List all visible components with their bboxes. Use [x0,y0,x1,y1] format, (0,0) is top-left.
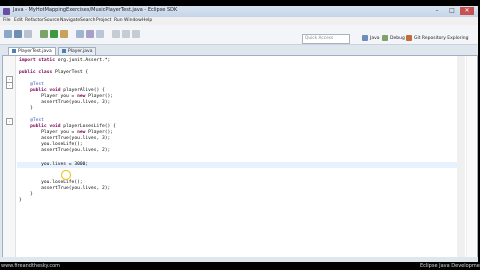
java-file-icon [12,48,16,53]
new-icon[interactable] [4,30,12,38]
code-token: public void [19,124,64,129]
new-class-icon[interactable] [86,30,94,38]
mouse-cursor-highlight [61,170,71,180]
perspective-debug[interactable]: Debug [382,34,405,43]
window-title: Java - MyHotMappingExercises/MusicPlayer… [13,7,178,13]
menu-source[interactable]: Source [44,18,59,23]
new-package-icon[interactable] [76,30,84,38]
code-token: } [19,192,33,197]
code-token: org.junit.Assert.*; [57,58,111,63]
vertical-scrollbar[interactable] [457,56,465,258]
title-bar[interactable]: Java - MyHotMappingExercises/MusicPlayer… [0,6,478,17]
eclipse-icon [3,8,10,15]
debug-perspective-icon [382,34,388,41]
forward-icon[interactable] [132,30,140,38]
code-token: assertTrue(you.lives, 2); [19,148,111,153]
menu-bar: File Edit Refactor Source Navigate Searc… [0,17,478,25]
code-token: @Test [19,82,44,87]
fold-marker[interactable]: - [6,118,13,125]
minimize-button[interactable]: – [430,7,444,15]
back-icon[interactable] [122,30,130,38]
code-token: assertTrue(you.lives, 2); [19,186,111,191]
java-file-icon [62,48,66,53]
menu-run[interactable]: Run [114,18,123,23]
code-token: } [19,106,33,111]
code-token: playerLosesLife() { [63,124,116,129]
overview-ruler [466,56,476,258]
debug-icon[interactable] [40,30,48,38]
bottom-bar: www.fireandthesky.com Eclipse Java Devel… [0,262,480,270]
code-line[interactable]: public class PlayerTest { [19,70,88,76]
menu-project[interactable]: Project [96,18,111,23]
java-perspective-icon [362,34,368,41]
run-icon[interactable] [50,30,58,38]
code-token: you.loseLife(); [19,142,83,147]
git-perspective-icon [406,34,412,41]
close-button[interactable]: ✕ [460,7,474,15]
code-token: new [77,130,89,135]
code-token: Player(); [88,94,114,99]
code-token: playerAlive() { [63,88,105,93]
code-line[interactable]: } [19,106,33,112]
eclipse-window: Java - MyHotMappingExercises/MusicPlayer… [0,6,478,262]
menu-window[interactable]: Window [124,18,142,23]
code-token: Player(); [88,130,114,135]
code-line[interactable]: assertTrue(you.lives, 2); [19,148,110,154]
code-token: you.loseLife(); [19,180,83,185]
editor-ruler: - - - [3,56,16,258]
code-token: public class [19,70,55,75]
code-line[interactable]: } [19,198,22,204]
print-icon[interactable] [24,30,32,38]
menu-navigate[interactable]: Navigate [60,18,80,23]
code-token: Player you = [19,130,78,135]
menu-help[interactable]: Help [142,18,152,23]
screen-frame: Java - MyHotMappingExercises/MusicPlayer… [0,0,480,270]
code-token: Player you = [19,94,78,99]
perspective-git[interactable]: Git Repository Exploring [406,34,468,43]
code-token: assertTrue(you.lives, 3); [19,100,111,105]
menu-file[interactable]: File [3,18,11,23]
code-token: import static [19,58,58,63]
perspective-java[interactable]: Java [362,34,380,43]
fold-marker[interactable]: - [6,82,13,89]
code-token: @Test [19,118,44,123]
quick-access-input[interactable]: Quick Access [302,34,350,44]
external-tools-icon[interactable] [60,30,68,38]
editor-tab-bar: PlayerTest.java Player.java [2,46,476,56]
maximize-button[interactable]: □ [445,7,459,15]
search-icon[interactable] [112,30,120,38]
menu-search[interactable]: Search [80,18,95,23]
code-token: new [77,94,89,99]
watermark-url: www.fireandthesky.com [1,263,61,269]
code-line[interactable]: import static org.junit.Assert.*; [19,58,110,64]
code-token: public void [19,88,64,93]
open-type-icon[interactable] [96,30,104,38]
menu-edit[interactable]: Edit [14,18,23,23]
taskbar-label: Eclipse Java Development [420,263,480,269]
toolbar: Quick Access Java Debug Git Repository E… [0,25,478,45]
code-token: } [19,198,22,203]
code-token: assertTrue(you.lives, 3); [19,136,111,141]
code-editor[interactable]: - - - import static org.junit.Assert.*; p… [2,55,478,259]
code-token: PlayerTest { [54,70,89,75]
code-line[interactable]: you.lives = 3000; [19,162,88,168]
code-token: you.lives = 3000; [19,162,89,167]
menu-refactor[interactable]: Refactor [25,18,44,23]
code-area[interactable]: import static org.junit.Assert.*; public … [17,56,457,258]
save-icon[interactable] [14,30,22,38]
quick-access-placeholder: Quick Access [305,36,334,41]
